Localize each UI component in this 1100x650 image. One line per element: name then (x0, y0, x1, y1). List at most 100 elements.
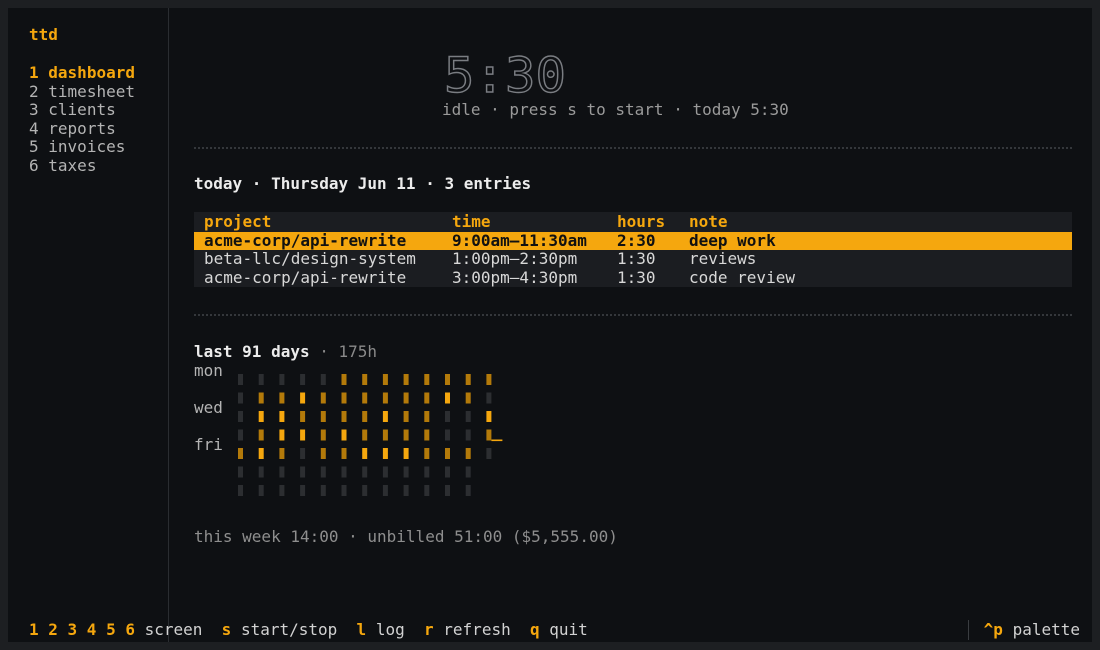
key-log-label: log (375, 620, 405, 639)
heatmap-cell (238, 392, 243, 404)
col-note: note (689, 212, 728, 231)
nav-item-invoices[interactable]: 5 invoices (29, 137, 135, 157)
palette-hint[interactable]: ^p palette (984, 621, 1080, 639)
heatmap-cell (486, 411, 492, 422)
nav-item-timesheet[interactable]: 2 timesheet (29, 81, 135, 102)
heatmap-cell (465, 392, 471, 404)
heatmap-cell (362, 448, 368, 459)
heatmap-cell (403, 392, 409, 404)
heatmap-cell (279, 448, 285, 459)
nav-key: 2 (29, 81, 39, 101)
col-hours: hours (617, 212, 666, 231)
nav-label: taxes (48, 155, 97, 175)
nav-item-taxes[interactable]: 6 taxes (29, 155, 135, 176)
heatmap-cell (424, 429, 430, 441)
heatmap-cell (403, 374, 409, 385)
cell-hours: 1:30 (617, 267, 656, 287)
heatmap-cell (258, 466, 264, 478)
heatmap-cell (445, 448, 450, 459)
heatmap-cell (320, 374, 326, 385)
app-title: ttd (29, 25, 58, 44)
heatmap-cell (424, 411, 430, 422)
nav-item-reports[interactable]: 4 reports (29, 118, 135, 139)
heatmap-cell (238, 466, 243, 478)
timer-clock: 5:30 (444, 52, 567, 98)
activity-heatmap (238, 374, 503, 496)
heatmap-cell (486, 448, 492, 459)
heatmap-cell (279, 411, 285, 422)
heatmap-cell (300, 392, 306, 404)
key-palette-label: palette (1012, 620, 1080, 639)
key-log[interactable]: l (357, 620, 367, 639)
heatmap-cell (486, 429, 492, 441)
heatmap-today-cursor (491, 439, 503, 442)
cell-note: deep work (689, 230, 776, 250)
col-time: time (452, 212, 491, 231)
heatmap-cell (362, 485, 368, 496)
nav-key: 1 (29, 63, 39, 82)
key-palette: ^p (983, 620, 1003, 639)
heatmap-cell (238, 411, 243, 422)
timer-status: idle · press s to start · today 5:30 (442, 100, 789, 119)
cell-time: 9:00am–11:30am (452, 230, 587, 250)
table-row[interactable]: beta-llc/design-system 1:00pm–2:30pm 1:3… (194, 249, 1072, 269)
table-row[interactable]: acme-corp/api-rewrite 9:00am–11:30am 2:3… (194, 230, 1072, 250)
heatmap-cell (382, 411, 388, 422)
heatmap-cell (362, 466, 368, 478)
terminal-window: ttd 1 dashboard 2 timesheet 3 clients 4 … (8, 8, 1092, 642)
heatmap-cell (465, 429, 471, 441)
heatmap-cell (403, 429, 409, 441)
heatmap-cell (279, 485, 285, 496)
table-header: project time hours note (194, 212, 1072, 232)
heatmap-cell (465, 411, 471, 422)
key-start-stop-label: start/stop (240, 620, 338, 639)
heatmap-cell (445, 485, 450, 496)
cell-note: code review (689, 267, 795, 287)
key-screen[interactable]: 1 2 3 4 5 6 (29, 620, 135, 639)
heatmap-cell (382, 448, 388, 459)
heatmap-cell (279, 392, 285, 404)
heatmap-cell (424, 466, 430, 478)
heatmap-cell (238, 374, 243, 385)
heatmap-cell (445, 429, 450, 441)
heatmap-cell (279, 374, 285, 385)
key-start-stop[interactable]: s (222, 620, 232, 639)
heatmap-cell (300, 411, 306, 422)
main-panel: 5:30 idle · press s to start · today 5:3… (194, 8, 1072, 642)
table-row[interactable]: acme-corp/api-rewrite 3:00pm–4:30pm 1:30… (194, 267, 1072, 288)
key-quit[interactable]: q (530, 620, 540, 639)
heatmap-cell (486, 374, 492, 385)
key-quit-label: quit (549, 620, 588, 639)
heatmap-cell (445, 392, 450, 404)
heatmap-cell (320, 466, 326, 478)
key-refresh[interactable]: r (424, 620, 434, 639)
cell-time: 1:00pm–2:30pm (452, 249, 578, 268)
heatmap-cell (465, 448, 471, 459)
heatmap-cell (403, 485, 409, 496)
heatmap-cell (362, 429, 368, 441)
heatmap-cell (300, 429, 306, 441)
cell-project: beta-llc/design-system (204, 249, 416, 268)
nav-item-dashboard[interactable]: 1 dashboard (29, 63, 135, 83)
nav-label: timesheet (48, 81, 135, 101)
heatmap-cell (362, 374, 368, 385)
heatmap-cell (362, 411, 368, 422)
cell-hours: 2:30 (617, 230, 656, 250)
heatmap-cell (320, 392, 326, 404)
heatmap-cell (362, 392, 368, 404)
heatmap-cell (465, 374, 471, 385)
heatmap-cell (300, 485, 306, 496)
heatmap-cell (382, 429, 388, 441)
nav-label: clients (48, 100, 116, 119)
divider (194, 314, 1072, 316)
heatmap-cell (465, 485, 471, 496)
nav-item-clients[interactable]: 3 clients (29, 100, 135, 120)
nav-key: 3 (29, 100, 39, 119)
footer-divider (968, 620, 969, 640)
nav-label: reports (48, 118, 116, 138)
heatmap-cell (279, 429, 285, 441)
cell-time: 3:00pm–4:30pm (452, 267, 578, 287)
heatmap-cell (382, 485, 388, 496)
sidebar: ttd 1 dashboard 2 timesheet 3 clients 4 … (8, 8, 169, 642)
heatmap-cell (238, 448, 243, 459)
